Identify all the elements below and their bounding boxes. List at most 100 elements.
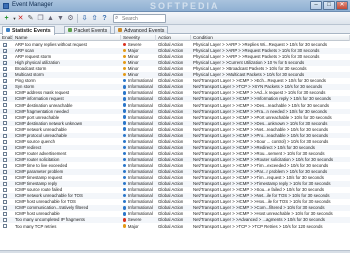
enabled-checkbox[interactable] (3, 200, 7, 205)
table-row[interactable]: ICMP port unreachable Informational Global… (0, 115, 350, 121)
help-icon[interactable]: ? (100, 14, 109, 23)
table-row[interactable]: ✓ ARP request storm Minor Global Action Phys… (0, 54, 350, 60)
enabled-checkbox[interactable] (3, 133, 7, 138)
enabled-checkbox[interactable] (3, 187, 7, 192)
enabled-checkbox[interactable] (3, 115, 7, 120)
column-header-action[interactable]: Action (156, 35, 191, 41)
table-row[interactable]: ICMP communication...tratively filtered I… (0, 205, 350, 211)
table-row[interactable]: Too many TCP retries Major Global Action Ne… (0, 224, 350, 230)
title-bar: Event Manager SOFTPEDIA – □ ✕ (0, 0, 350, 12)
table-row[interactable]: ✓ Broadcast storm Minor Global Action Physic… (0, 66, 350, 72)
table-row[interactable]: ICMP router solicitation Informational Glo… (0, 156, 350, 163)
event-name: ICMP redirect (15, 144, 42, 150)
tab-advanced-events[interactable]: Advanced Events (114, 26, 169, 34)
table-row[interactable]: ICMP host unreachable for TOS Information… (0, 199, 350, 205)
enabled-checkbox[interactable] (3, 121, 7, 126)
severity-icon (123, 157, 127, 162)
condition-cell: Net/Transport Layer > >ICMP > >Timestamp… (193, 181, 331, 187)
toolbar-separator (77, 14, 78, 23)
maximize-button[interactable]: □ (323, 1, 335, 10)
condition-cell: Net/Transport Layer > >ICMP > >Des...rea… (193, 102, 330, 108)
enabled-checkbox[interactable]: ✓ (3, 54, 7, 59)
table-row[interactable]: ICMP protocol unreachable Informational Gl… (0, 132, 350, 139)
move-up-icon[interactable]: ▲ (46, 14, 55, 23)
move-down-icon[interactable]: ▼ (56, 14, 65, 23)
severity-label: Informational (127, 211, 153, 217)
enabled-checkbox[interactable] (3, 194, 7, 198)
column-header-condition[interactable]: Condition (191, 35, 350, 41)
enabled-checkbox[interactable]: ✓ (3, 79, 7, 84)
enabled-checkbox[interactable]: ✓ (3, 66, 7, 71)
table-row[interactable]: ICMP information request Informational Glo… (0, 96, 350, 102)
enabled-checkbox[interactable] (3, 127, 7, 132)
enabled-checkbox[interactable] (3, 103, 7, 108)
table-row[interactable]: ✓ High physical utilization Minor Global Ac… (0, 60, 350, 66)
severity-cell: Informational (121, 169, 156, 175)
table-row[interactable]: ICMP router advertisement Informational Gl… (0, 151, 350, 157)
column-header-enabled[interactable]: Enabled (0, 35, 13, 41)
enabled-checkbox[interactable] (3, 163, 7, 168)
enabled-checkbox[interactable]: ✓ (3, 73, 7, 78)
tab-packet-events[interactable]: Packet Events (64, 26, 112, 34)
enabled-checkbox[interactable] (3, 175, 7, 180)
copy-icon[interactable]: ❐ (36, 14, 45, 23)
enabled-checkbox[interactable]: ✓ (3, 60, 7, 65)
event-name: ICMP source route failed (15, 187, 63, 193)
enabled-checkbox[interactable] (3, 145, 7, 150)
table-row[interactable]: ICMP source route failed Informational Glo… (0, 187, 350, 193)
table-row[interactable]: ICMP source quench Informational Global Ac… (0, 139, 350, 145)
enabled-checkbox[interactable] (3, 206, 7, 211)
table-row[interactable]: ✓ ARP too many replies without request Sev… (0, 42, 350, 48)
delete-icon[interactable]: ✕ (16, 14, 25, 23)
enabled-checkbox[interactable] (3, 97, 7, 102)
column-header-severity[interactable]: Severity (121, 35, 156, 41)
enabled-checkbox[interactable] (3, 181, 7, 186)
table-row[interactable]: ✓ Ping storm Informational Global Action Net… (0, 78, 350, 84)
severity-label: Informational (127, 156, 153, 162)
table-row[interactable]: Too many uncompleted IP fragments Severe G… (0, 217, 350, 223)
table-row[interactable]: ✓ ARP scan Major Global Action Physical Laye… (0, 48, 350, 54)
severity-cell: Informational (121, 115, 156, 121)
enabled-checkbox[interactable] (3, 139, 7, 144)
minimize-button[interactable]: – (310, 1, 322, 10)
enabled-checkbox[interactable] (3, 212, 7, 217)
severity-cell: Minor (121, 54, 156, 60)
search-box[interactable]: ⌕ (113, 14, 166, 23)
table-row[interactable]: ICMP fragmentation needed Informational Gl… (0, 108, 350, 115)
table-row[interactable]: ✓ Syn storm Informational Global Action Net/… (0, 84, 350, 90)
table-row[interactable]: ICMP timestamp request Informational Globa… (0, 175, 350, 181)
table-row[interactable]: ICMP address mask request Informational Gl… (0, 90, 350, 96)
severity-cell: Informational (121, 139, 156, 145)
enabled-checkbox[interactable] (3, 151, 7, 156)
enabled-checkbox[interactable] (3, 157, 7, 162)
table-row[interactable]: ✓ Multicast storm Minor Global Action Physic… (0, 72, 350, 78)
event-name: ICMP information request (15, 96, 64, 102)
close-button[interactable]: ✕ (336, 1, 348, 10)
enabled-checkbox[interactable]: ✓ (3, 85, 7, 90)
table-row[interactable]: ICMP network unreachable for TOS Informat… (0, 193, 350, 199)
enabled-checkbox[interactable] (3, 91, 7, 96)
search-input[interactable] (122, 16, 165, 22)
options-icon[interactable]: ⚙ (66, 14, 75, 23)
table-row[interactable]: ICMP host unreachable Informational Global… (0, 211, 350, 217)
table-row[interactable]: ICMP redirect Informational Global Action N… (0, 144, 350, 151)
table-row[interactable]: ICMP destination unreachable Informationa… (0, 103, 350, 109)
export-icon[interactable]: ⇧ (90, 14, 99, 23)
enabled-checkbox[interactable] (3, 169, 7, 174)
column-header-name[interactable]: Name (13, 35, 121, 41)
table-row[interactable]: ICMP timestamp reply Informational Global … (0, 181, 350, 187)
severity-cell: Minor (121, 72, 156, 78)
import-icon[interactable]: ⇩ (80, 14, 89, 23)
condition-cell: Net/Transport Layer > >ICMP > >Informati… (193, 96, 331, 102)
table-row[interactable]: ICMP parameter problem Informational Globa… (0, 169, 350, 175)
table-row[interactable]: ICMP destination network unknown Informat… (0, 120, 350, 127)
enabled-checkbox[interactable]: ✓ (3, 48, 7, 53)
table-row[interactable]: ICMP time to live exceeded Informational G… (0, 163, 350, 169)
edit-icon[interactable]: ✎ (26, 14, 35, 23)
enabled-checkbox[interactable] (3, 224, 7, 229)
table-row[interactable]: ICMP network unreachable Informational Glo… (0, 127, 350, 133)
enabled-checkbox[interactable] (3, 218, 7, 223)
tab-statistic-events[interactable]: Statistic Events (2, 26, 55, 35)
enabled-checkbox[interactable] (3, 109, 7, 114)
enabled-checkbox[interactable]: ✓ (3, 42, 7, 47)
